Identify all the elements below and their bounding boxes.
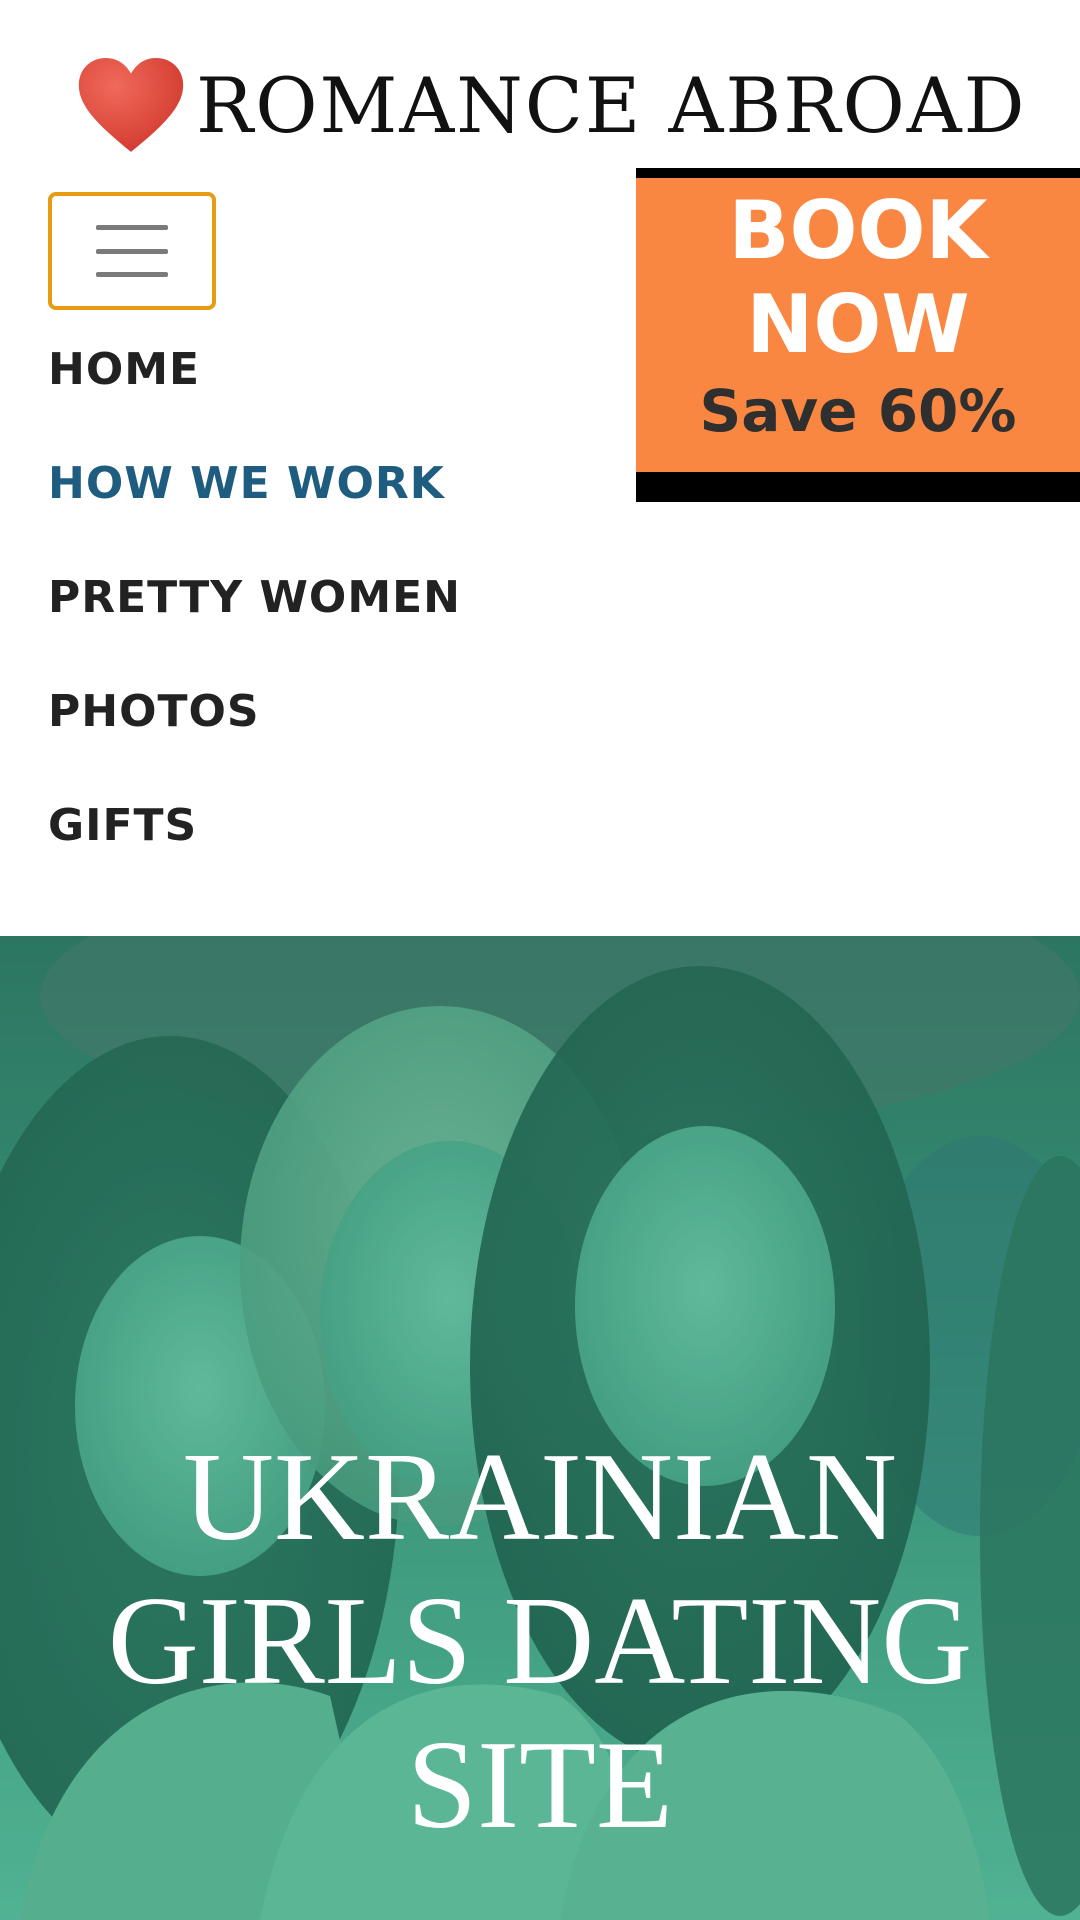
nav-item-home: HOME bbox=[48, 338, 461, 452]
nav-link-pretty-women[interactable]: PRETTY WOMEN bbox=[48, 566, 461, 630]
nav-link-how-we-work[interactable]: HOW WE WORK bbox=[48, 452, 445, 516]
main-nav: HOME HOW WE WORK PRETTY WOMEN PHOTOS GIF… bbox=[48, 338, 461, 908]
book-now-panel: BOOK NOW Save 60% bbox=[636, 178, 1080, 472]
nav-link-photos[interactable]: PHOTOS bbox=[48, 680, 260, 744]
hero-title-line2: GIRLS DATING bbox=[107, 1572, 973, 1711]
hero-title-line3: SITE bbox=[407, 1716, 673, 1855]
book-now-line1: BOOK bbox=[728, 184, 988, 277]
nav-item-gifts: GIFTS bbox=[48, 794, 461, 908]
menu-toggle-button[interactable] bbox=[48, 192, 216, 310]
nav-item-photos: PHOTOS bbox=[48, 680, 461, 794]
page: ROMANCE ABROAD HOME HOW WE WORK PRETTY W… bbox=[0, 0, 1080, 1920]
hero-title: UKRAINIAN GIRLS DATING SITE bbox=[60, 1426, 1020, 1858]
logo-text: ROMANCE ABROAD bbox=[196, 61, 1027, 150]
nav-item-pretty-women: PRETTY WOMEN bbox=[48, 566, 461, 680]
nav-link-gifts[interactable]: GIFTS bbox=[48, 794, 197, 858]
hamburger-bar bbox=[96, 272, 168, 277]
hero-section: UKRAINIAN GIRLS DATING SITE bbox=[0, 936, 1080, 1920]
nav-item-how-we-work: HOW WE WORK bbox=[48, 452, 461, 566]
hamburger-bar bbox=[96, 225, 168, 230]
save-percent-text: Save 60% bbox=[699, 377, 1017, 445]
site-logo[interactable]: ROMANCE ABROAD bbox=[78, 56, 1025, 156]
hamburger-menu-icon bbox=[96, 225, 168, 277]
hamburger-bar bbox=[96, 248, 168, 254]
book-now-line2: NOW bbox=[746, 278, 970, 371]
book-now-banner[interactable]: BOOK NOW Save 60% bbox=[636, 168, 1080, 502]
heart-icon bbox=[78, 58, 184, 152]
nav-link-home[interactable]: HOME bbox=[48, 338, 200, 402]
hero-title-line1: UKRAINIAN bbox=[183, 1428, 897, 1567]
